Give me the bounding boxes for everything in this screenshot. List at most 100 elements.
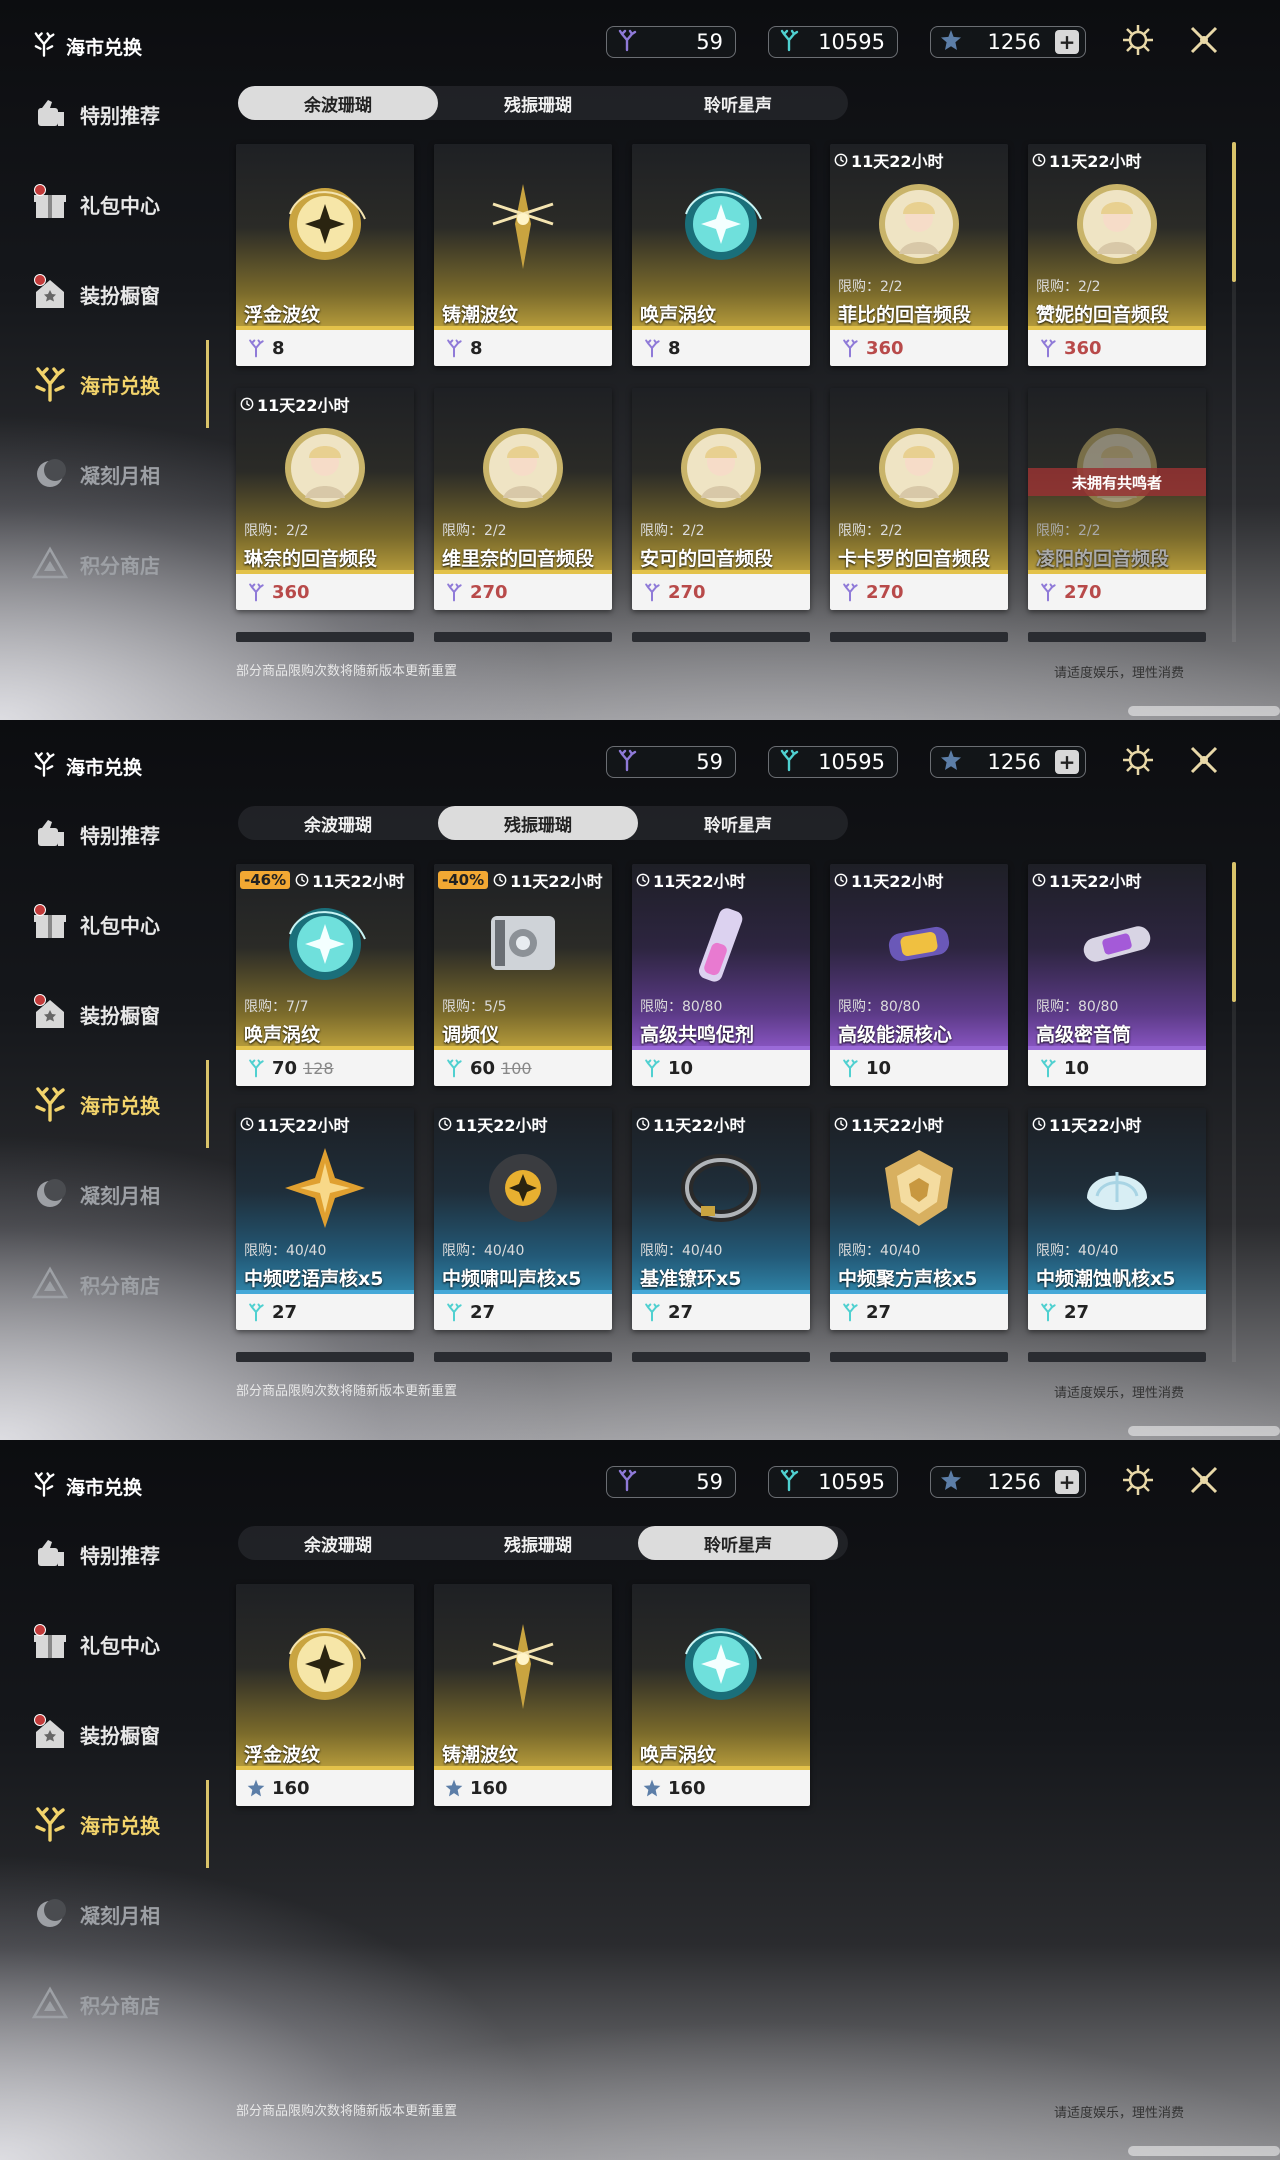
settings-button[interactable] — [1118, 742, 1158, 782]
shop-item-card[interactable]: 11天22小时 限购：40/40 基准镣环x5 27 — [632, 1108, 810, 1330]
shop-title: 海市兑换 — [30, 750, 142, 783]
price-row: 27 — [1028, 1294, 1206, 1330]
discount-badge: -46% — [240, 871, 291, 889]
purchase-limit: 限购：80/80 — [838, 999, 921, 1015]
add-currency-button[interactable]: + — [1055, 30, 1079, 54]
shop-item-card[interactable]: 唤声涡纹 8 — [632, 144, 810, 366]
settings-button[interactable] — [1118, 22, 1158, 62]
item-name: 维里奈的回音频段 — [442, 548, 595, 570]
sidebar-item-coral-exchange[interactable]: 海市兑换 — [30, 1794, 160, 1854]
price-row: 10 — [830, 1050, 1008, 1086]
character-portrait-icon — [671, 418, 771, 518]
oscillated-coral-icon — [777, 28, 801, 57]
sidebar-item-gift-center[interactable]: 礼包中心 — [30, 894, 160, 954]
shop-item-card[interactable]: 11天22小时 限购：40/40 中频聚方声核x5 27 — [830, 1108, 1008, 1330]
timer-text: 11天22小时 — [510, 872, 603, 891]
shop-item-card[interactable]: 11天22小时 限购：40/40 中频潮蚀帆核x5 27 — [1028, 1108, 1206, 1330]
shop-item-card[interactable]: 浮金波纹 160 — [236, 1584, 414, 1806]
shop-panel-3: 海市兑换 59 10595 1256 + 特别推荐 礼包中心 装扮橱窗 海市兑换 凝刻月相 积分商店… — [0, 1440, 1280, 2160]
sidebar-item-points-shop[interactable]: 积分商店 — [30, 534, 160, 594]
shop-item-card[interactable]: 限购：2/2 卡卡罗的回音频段 270 — [830, 388, 1008, 610]
shop-item-card[interactable]: 唤声涡纹 160 — [632, 1584, 810, 1806]
shop-item-card[interactable]: 11天22小时 限购：80/80 高级密音筒 10 — [1028, 864, 1206, 1086]
next-row-card[interactable] — [632, 632, 810, 642]
shop-item-card[interactable]: 铸潮波纹 8 — [434, 144, 612, 366]
shop-item-card[interactable]: 限购：2/2 维里奈的回音频段 270 — [434, 388, 612, 610]
tab-afterglow-coral[interactable]: 余波珊瑚 — [238, 1526, 438, 1560]
close-button[interactable] — [1184, 22, 1224, 62]
sidebar-item-outfit-showcase[interactable]: 装扮橱窗 — [30, 264, 160, 324]
sidebar-item-lunite[interactable]: 凝刻月相 — [30, 1164, 160, 1224]
next-row-card[interactable] — [830, 1352, 1008, 1362]
coral-logo-icon — [30, 1470, 58, 1503]
add-currency-button[interactable]: + — [1055, 1470, 1079, 1494]
tab-oscillated-coral[interactable]: 残振珊瑚 — [438, 86, 638, 120]
sidebar-item-special-recommend[interactable]: 特别推荐 — [30, 1524, 160, 1584]
next-row-card[interactable] — [236, 1352, 414, 1362]
next-row-card[interactable] — [632, 1352, 810, 1362]
sidebar-item-lunite[interactable]: 凝刻月相 — [30, 1884, 160, 1944]
character-portrait-icon — [473, 418, 573, 518]
sidebar-item-points-shop[interactable]: 积分商店 — [30, 1974, 160, 2034]
add-currency-button[interactable]: + — [1055, 750, 1079, 774]
next-row-card[interactable] — [236, 632, 414, 642]
tab-lustrous-tide[interactable]: 聆听星声 — [638, 1526, 838, 1560]
sidebar-item-coral-exchange[interactable]: 海市兑换 — [30, 354, 160, 414]
price-row: 270 — [830, 574, 1008, 610]
tab-afterglow-coral[interactable]: 余波珊瑚 — [238, 806, 438, 840]
shop-item-card[interactable]: 11天22小时 限购：2/2 赞妮的回音频段 360 — [1028, 144, 1206, 366]
shop-item-card[interactable]: 11天22小时 限购：40/40 中频呓语声核x5 27 — [236, 1108, 414, 1330]
item-name: 琳奈的回音频段 — [244, 548, 378, 570]
shop-item-card[interactable]: 11天22小时 限购：80/80 高级能源核心 10 — [830, 864, 1008, 1086]
settings-button[interactable] — [1118, 1462, 1158, 1502]
price-value: 27 — [866, 1301, 892, 1323]
purchase-limit: 限购：2/2 — [838, 279, 903, 295]
shop-item-card[interactable]: 限购：2/2 安可的回音频段 270 — [632, 388, 810, 610]
tab-oscillated-coral[interactable]: 残振珊瑚 — [438, 1526, 638, 1560]
next-row-card[interactable] — [830, 632, 1008, 642]
shop-item-card[interactable]: 铸潮波纹 160 — [434, 1584, 612, 1806]
shop-item-card[interactable]: -40% 11天22小时 限购：5/5 调频仪 60 100 — [434, 864, 612, 1086]
sidebar-item-special-recommend[interactable]: 特别推荐 — [30, 84, 160, 144]
clock-icon — [1032, 1117, 1046, 1131]
price-row: 10 — [632, 1050, 810, 1086]
shop-item-card[interactable]: 未拥有共鸣者 限购：2/2 凌阳的回音频段 270 — [1028, 388, 1206, 610]
next-row-card[interactable] — [434, 632, 612, 642]
shop-item-card[interactable]: 11天22小时 限购：40/40 中频啸叫声核x5 27 — [434, 1108, 612, 1330]
tab-lustrous-tide[interactable]: 聆听星声 — [638, 86, 838, 120]
vial-icon — [671, 894, 771, 994]
timer-text: 11天22小时 — [455, 1116, 548, 1135]
tab-lustrous-tide[interactable]: 聆听星声 — [638, 806, 838, 840]
next-row-card[interactable] — [1028, 632, 1206, 642]
scroll-thumb[interactable] — [1232, 142, 1236, 282]
shop-item-card[interactable]: 浮金波纹 8 — [236, 144, 414, 366]
discount-badge: -40% — [438, 871, 489, 889]
sidebar-item-gift-center[interactable]: 礼包中心 — [30, 174, 160, 234]
coral-logo-icon — [30, 30, 58, 63]
sidebar-item-lunite[interactable]: 凝刻月相 — [30, 444, 160, 504]
shop-item-card[interactable]: 11天22小时 限购：2/2 琳奈的回音频段 360 — [236, 388, 414, 610]
sidebar-item-special-recommend[interactable]: 特别推荐 — [30, 804, 160, 864]
scroll-thumb[interactable] — [1232, 862, 1236, 1002]
oscillated-coral-icon — [777, 1468, 801, 1497]
close-button[interactable] — [1184, 1462, 1224, 1502]
sidebar-item-coral-exchange[interactable]: 海市兑换 — [30, 1074, 160, 1134]
tab-afterglow-coral[interactable]: 余波珊瑚 — [238, 86, 438, 120]
sidebar-item-gift-center[interactable]: 礼包中心 — [30, 1614, 160, 1674]
sidebar-item-outfit-showcase[interactable]: 装扮橱窗 — [30, 1704, 160, 1764]
sidebar-item-label: 积分商店 — [80, 1273, 160, 1298]
tab-oscillated-coral[interactable]: 残振珊瑚 — [438, 806, 638, 840]
next-row-card[interactable] — [1028, 1352, 1206, 1362]
close-button[interactable] — [1184, 742, 1224, 782]
teal-orb-icon — [275, 894, 375, 994]
shop-item-card[interactable]: 11天22小时 限购：80/80 高级共鸣促剂 10 — [632, 864, 810, 1086]
clock-icon — [834, 873, 848, 887]
currency-value: 1256 — [987, 30, 1041, 54]
sidebar-item-points-shop[interactable]: 积分商店 — [30, 1254, 160, 1314]
oscillated-coral-counter: 10595 — [768, 1466, 898, 1498]
sidebar-item-outfit-showcase[interactable]: 装扮橱窗 — [30, 984, 160, 1044]
limited-timer: 11天22小时 — [636, 868, 746, 892]
shop-item-card[interactable]: -46% 11天22小时 限购：7/7 唤声涡纹 70 128 — [236, 864, 414, 1086]
shop-item-card[interactable]: 11天22小时 限购：2/2 菲比的回音频段 360 — [830, 144, 1008, 366]
next-row-card[interactable] — [434, 1352, 612, 1362]
